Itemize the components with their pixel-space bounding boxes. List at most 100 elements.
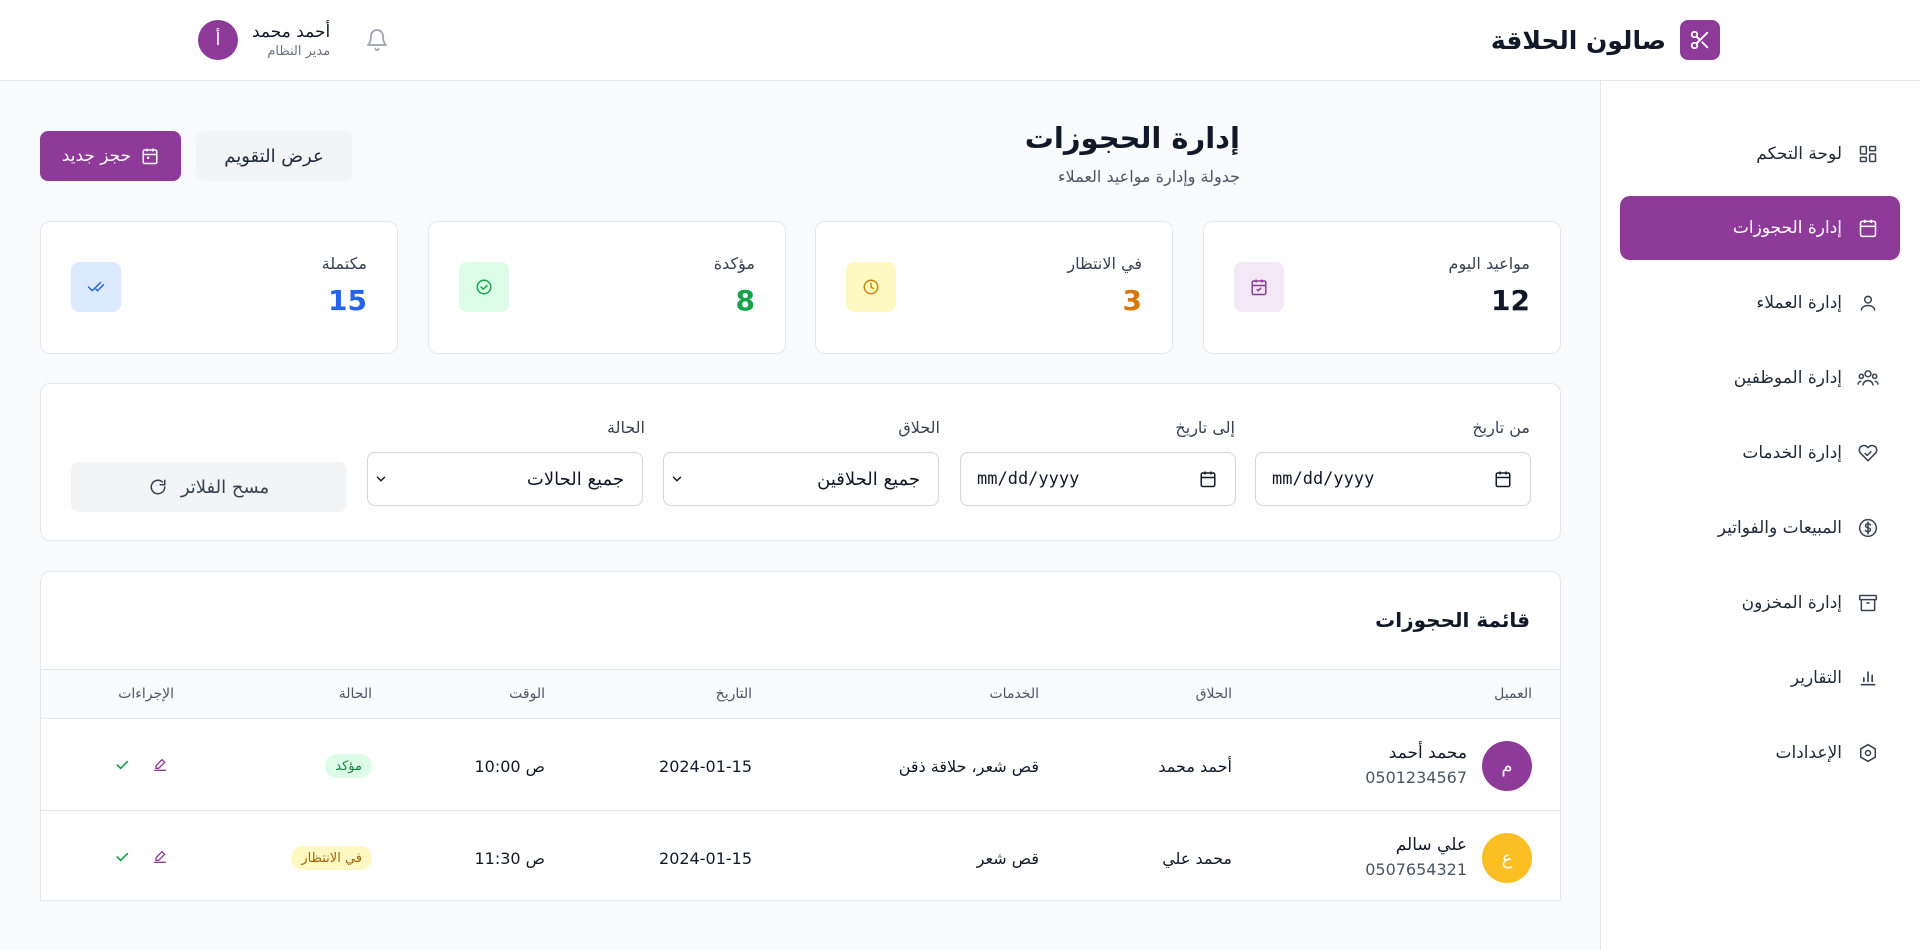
col-actions: الإجراءات: [118, 686, 174, 702]
scissors-icon: [1680, 20, 1720, 60]
dashboard-icon: [1856, 142, 1880, 166]
table-header: العميل الحلاق الخدمات التاريخ الوقت الحا…: [41, 669, 1560, 719]
client-phone: 0507654321: [1365, 860, 1467, 879]
col-time: الوقت: [509, 686, 545, 702]
new-booking-label: حجز جديد: [61, 146, 132, 166]
table-row[interactable]: ع علي سالم 0507654321 محمد علي قص شعر 20…: [41, 812, 1560, 900]
brand-title: صالون الحلاقة: [1490, 25, 1666, 55]
sidebar-item-label: المبيعات والفواتير: [1717, 518, 1842, 538]
user-avatar[interactable]: أ: [198, 20, 238, 60]
col-barber: الحلاق: [1195, 686, 1232, 702]
sidebar-item-label: إدارة المخزون: [1741, 593, 1842, 613]
status-badge: في الانتظار: [291, 846, 372, 870]
calendar-icon: [1199, 470, 1217, 488]
page-title: إدارة الحجوزات: [1024, 121, 1240, 155]
edit-icon[interactable]: [151, 848, 169, 866]
calendar-icon: [1856, 216, 1880, 240]
client-name: محمد أحمد: [1388, 743, 1467, 763]
bar-chart-icon: [1856, 666, 1880, 690]
barber-label: الحلاق: [898, 418, 940, 437]
sidebar-item-label: إدارة العملاء: [1756, 293, 1842, 313]
client-name: علي سالم: [1395, 835, 1467, 855]
clear-filters-label: مسح الفلاتر: [180, 476, 270, 498]
sidebar-item-bookings[interactable]: إدارة الحجوزات: [1620, 196, 1900, 260]
new-booking-button[interactable]: حجز جديد: [40, 131, 181, 181]
stat-card-today: مواعيد اليوم 12: [1203, 221, 1561, 354]
services-cell: قص شعر، حلاقة ذقن: [898, 757, 1039, 776]
stat-card-completed: مكتملة 15: [40, 221, 398, 354]
to-date-input[interactable]: mm/dd/yyyy: [960, 452, 1236, 506]
confirm-check-icon[interactable]: [113, 756, 131, 774]
sidebar-item-employees[interactable]: إدارة الموظفين: [1620, 346, 1900, 410]
status-badge: مؤكد: [325, 754, 372, 778]
sidebar-item-label: إدارة الحجوزات: [1732, 218, 1842, 238]
services-cell: قص شعر: [976, 849, 1039, 868]
to-date-label: إلى تاريخ: [1175, 418, 1235, 437]
sidebar-item-label: لوحة التحكم: [1756, 144, 1842, 164]
brand[interactable]: صالون الحلاقة: [1491, 20, 1720, 60]
date-cell: 2024-01-15: [659, 849, 752, 868]
user-name: أحمد محمد: [252, 21, 331, 42]
user-menu[interactable]: أ أحمد محمد مدير النظام: [198, 20, 390, 60]
barber-select[interactable]: جميع الحلاقين: [663, 452, 939, 506]
bookings-table: قائمة الحجوزات العميل الحلاق الخدمات الت…: [40, 571, 1561, 901]
top-header: صالون الحلاقة أ أحمد محمد مدير النظام: [0, 0, 1920, 81]
edit-icon[interactable]: [151, 756, 169, 774]
date-placeholder: mm/dd/yyyy: [1272, 469, 1375, 489]
filters-panel: من تاريخ mm/dd/yyyy إلى تاريخ mm/dd/yyyy…: [40, 383, 1561, 541]
barber-cell: أحمد محمد: [1158, 757, 1232, 776]
main-content: إدارة الحجوزات جدولة وإدارة مواعيد العمل…: [0, 81, 1600, 950]
stat-label: مكتملة: [321, 254, 367, 273]
stat-card-pending: في الانتظار 3: [815, 221, 1173, 354]
stat-value: 15: [328, 284, 367, 317]
sidebar-item-settings[interactable]: الإعدادات: [1620, 721, 1900, 785]
user-role: مدير النظام: [267, 43, 331, 59]
col-status: الحالة: [338, 686, 372, 702]
stat-label: مواعيد اليوم: [1448, 254, 1530, 273]
sidebar-item-reports[interactable]: التقارير: [1620, 646, 1900, 710]
sidebar-item-label: إدارة الخدمات: [1742, 443, 1842, 463]
clear-filters-button[interactable]: مسح الفلاتر: [71, 462, 347, 512]
col-date: التاريخ: [715, 686, 752, 702]
date-cell: 2024-01-15: [659, 757, 752, 776]
sidebar: لوحة التحكم إدارة الحجوزات إدارة العملاء…: [1600, 81, 1920, 950]
bell-icon[interactable]: [364, 27, 390, 53]
status-label: الحالة: [607, 418, 645, 437]
heart-hand-icon: [1856, 441, 1880, 465]
time-cell: 11:30 ص: [474, 849, 545, 868]
barber-select-value: جميع الحلاقين: [817, 468, 920, 490]
sidebar-item-label: التقارير: [1790, 668, 1842, 688]
stat-card-confirmed: مؤكدة 8: [428, 221, 786, 354]
date-placeholder: mm/dd/yyyy: [977, 469, 1080, 489]
calendar-icon: [1494, 470, 1512, 488]
sidebar-item-inventory[interactable]: إدارة المخزون: [1620, 571, 1900, 635]
sidebar-item-clients[interactable]: إدارة العملاء: [1620, 271, 1900, 335]
confirm-check-icon[interactable]: [113, 848, 131, 866]
user-info: أحمد محمد مدير النظام: [252, 21, 330, 60]
stat-label: في الانتظار: [1067, 254, 1142, 273]
refresh-icon: [149, 478, 167, 496]
sidebar-item-services[interactable]: إدارة الخدمات: [1620, 421, 1900, 485]
status-select[interactable]: جميع الحالات: [367, 452, 643, 506]
table-row[interactable]: م محمد أحمد 0501234567 أحمد محمد قص شعر،…: [41, 720, 1560, 811]
calendar-plus-icon: [141, 147, 159, 165]
client-phone: 0501234567: [1365, 768, 1467, 787]
sidebar-item-dashboard[interactable]: لوحة التحكم: [1620, 122, 1900, 186]
sidebar-item-sales[interactable]: المبيعات والفواتير: [1620, 496, 1900, 560]
barber-cell: محمد علي: [1162, 849, 1232, 868]
settings-icon: [1856, 741, 1880, 765]
from-date-input[interactable]: mm/dd/yyyy: [1255, 452, 1531, 506]
calendar-view-button[interactable]: عرض التقويم: [196, 131, 352, 181]
users-icon: [1856, 366, 1880, 390]
stat-label: مؤكدة: [713, 254, 755, 273]
check-circle-icon: [459, 262, 509, 312]
stat-value: 8: [735, 284, 755, 317]
archive-icon: [1856, 591, 1880, 615]
dollar-circle-icon: [1856, 516, 1880, 540]
time-cell: 10:00 ص: [474, 757, 545, 776]
sidebar-item-label: إدارة الموظفين: [1733, 368, 1842, 388]
from-date-label: من تاريخ: [1472, 418, 1530, 437]
sidebar-item-label: الإعدادات: [1775, 743, 1842, 763]
table-title: قائمة الحجوزات: [1375, 608, 1530, 632]
stat-value: 3: [1122, 284, 1142, 317]
